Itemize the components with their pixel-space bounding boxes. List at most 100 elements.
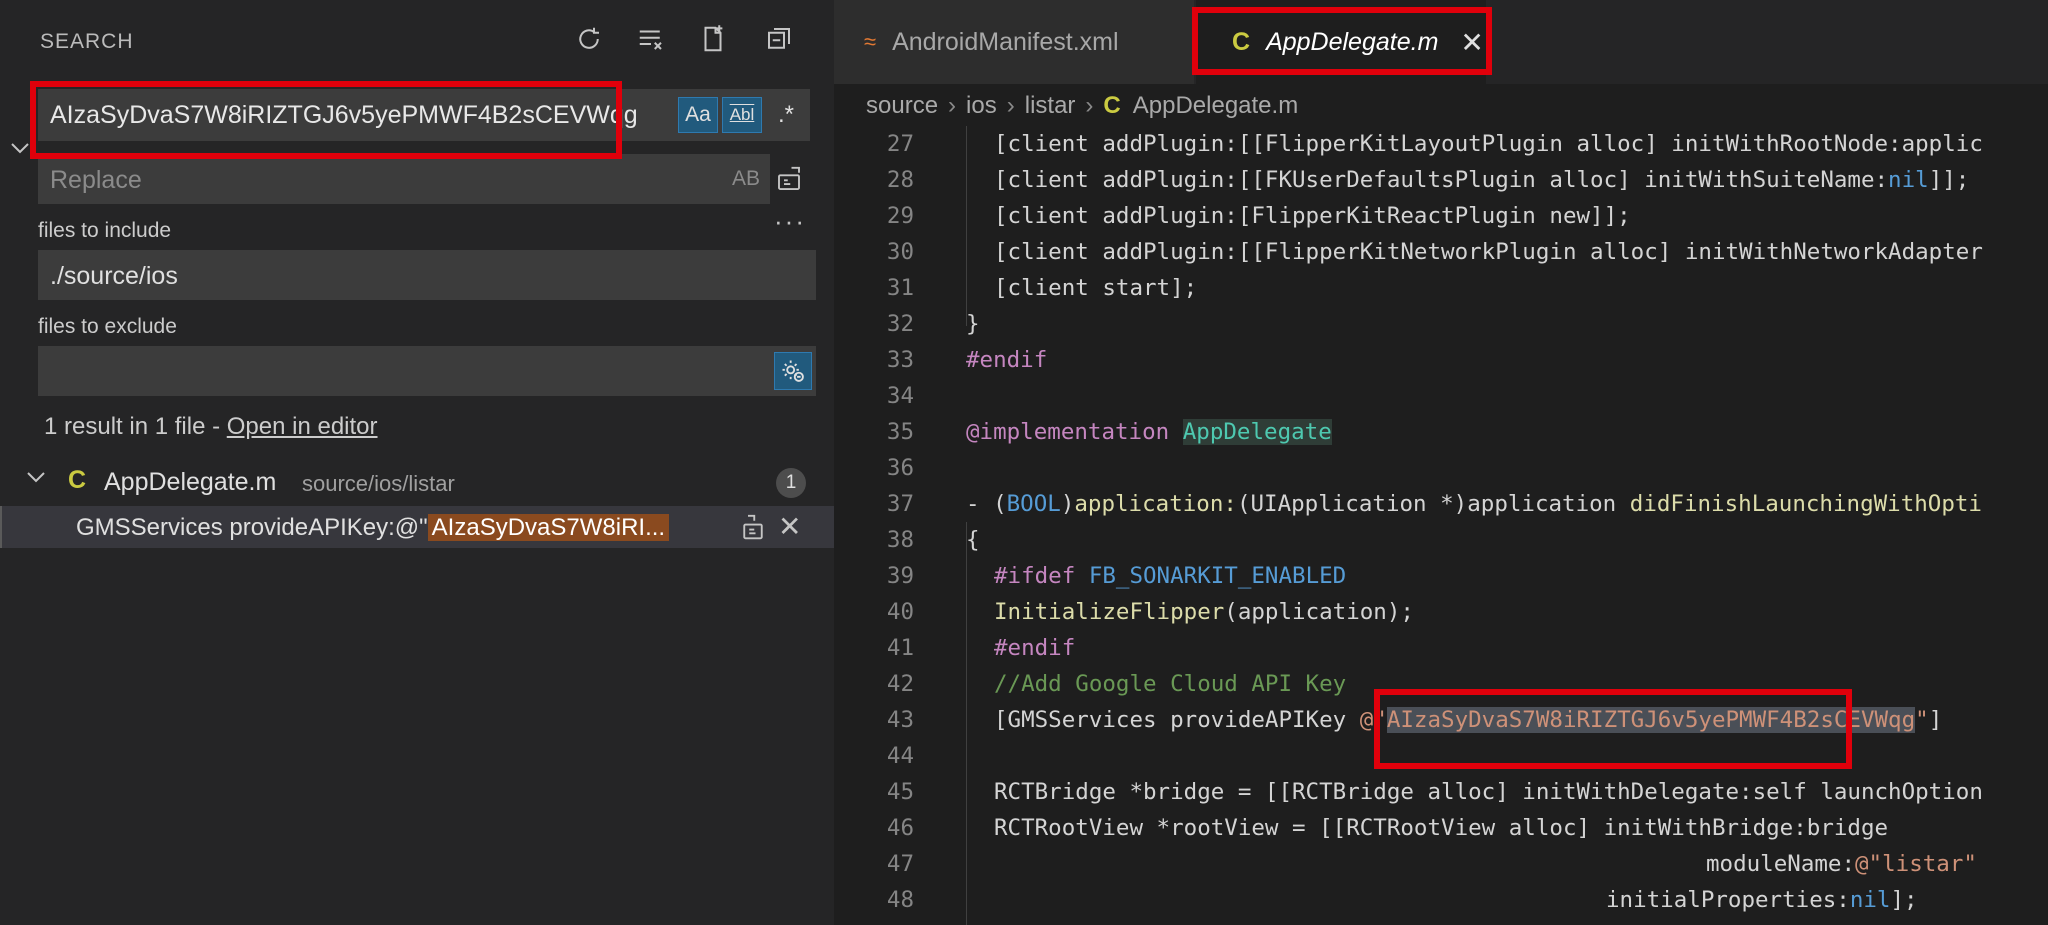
dismiss-match-close-icon[interactable]: ✕ — [778, 510, 801, 543]
line-number: 30 — [886, 239, 914, 265]
tab-bar: ≈ AndroidManifest.xml C AppDelegate.m ✕ — [834, 0, 2048, 84]
toggle-search-details-icon[interactable]: ··· — [774, 206, 806, 237]
use-regex-toggle[interactable]: .* — [766, 97, 806, 133]
code-text: RCTRootView *rootView = [[RCTRootView al… — [994, 815, 1889, 841]
code-line: 48 initialProperties:nil]; — [834, 882, 2048, 918]
replace-all-icon[interactable] — [770, 160, 808, 198]
code-line: 40 InitializeFlipper(application); — [834, 594, 2048, 630]
code-text: [GMSServices provideAPIKey @"AIzaSyDvaS7… — [994, 707, 1943, 733]
use-exclude-settings-gear-icon[interactable] — [774, 352, 812, 390]
code-line: 37 - (BOOL)application:(UIApplication *)a… — [834, 486, 2048, 522]
breadcrumb-item[interactable]: ios — [966, 92, 997, 120]
code-text: [client addPlugin:[[FlipperKitNetworkPlu… — [994, 239, 1983, 265]
line-number: 29 — [886, 203, 914, 229]
files-to-include-label: files to include — [38, 219, 172, 242]
line-number: 46 — [886, 815, 914, 841]
rss-file-icon: ≈ — [864, 29, 877, 54]
match-highlight: AIzaSyDvaS7W8iRI... — [427, 514, 670, 541]
c-file-icon: C — [1232, 27, 1251, 56]
line-number: 45 — [886, 779, 914, 805]
close-tab-icon[interactable]: ✕ — [1460, 26, 1483, 59]
search-input-value: AIzaSyDvaS7W8iRIZTGJ6v5yePMWF4B2sCEVWqg — [50, 101, 638, 129]
code-text: RCTBridge *bridge = [[RCTBridge alloc] i… — [994, 779, 1983, 805]
code-line: 31 [client start]; — [834, 270, 2048, 306]
code-line: 45 RCTBridge *bridge = [[RCTBridge alloc]… — [834, 774, 2048, 810]
line-number: 36 — [886, 455, 914, 481]
result-summary-text: 1 result in 1 file - — [44, 413, 227, 440]
match-whole-word-toggle[interactable]: Abl — [722, 97, 762, 133]
refresh-icon[interactable] — [572, 22, 606, 56]
line-number: 41 — [886, 635, 914, 661]
preserve-case-toggle[interactable]: AB — [732, 167, 760, 191]
replace-match-icon[interactable] — [740, 512, 766, 547]
result-match-row[interactable]: GMSServices provideAPIKey:@" AIzaSyDvaS7W… — [0, 506, 834, 548]
code-line: 39 #ifdef FB_SONARKIT_ENABLED — [834, 558, 2048, 594]
code-text: #ifdef FB_SONARKIT_ENABLED — [994, 563, 1347, 589]
breadcrumb-separator-icon: › — [948, 92, 957, 119]
files-to-include-input[interactable]: ./source/ios — [38, 250, 816, 300]
code-line: 47 moduleName:@"listar" — [834, 846, 2048, 882]
code-line: 32} — [834, 306, 2048, 342]
result-file-row[interactable]: C AppDelegate.m source/ios/listar 1 — [0, 462, 834, 502]
code-line: 44 — [834, 738, 2048, 774]
line-number: 44 — [886, 743, 914, 769]
code-line: 30 [client addPlugin:[[FlipperKitNetworkP… — [834, 234, 2048, 270]
breadcrumb-item[interactable]: source — [866, 92, 938, 120]
line-number: 33 — [886, 347, 914, 373]
tab-label: AndroidManifest.xml — [892, 27, 1119, 56]
code-text: - (BOOL)application:(UIApplication *)app… — [966, 491, 1982, 517]
breadcrumb: source › ios › listar › C AppDelegate.m — [866, 86, 1298, 126]
code-line: 34 — [834, 378, 2048, 414]
line-number: 42 — [886, 671, 914, 697]
breadcrumb-item[interactable]: AppDelegate.m — [1133, 92, 1298, 120]
breadcrumb-item[interactable]: listar — [1025, 92, 1076, 120]
line-number: 38 — [886, 527, 914, 553]
clear-results-icon[interactable] — [634, 22, 668, 56]
code-text: } — [966, 311, 980, 337]
code-area[interactable]: 27 [client addPlugin:[[FlipperKitLayoutPl… — [834, 126, 2048, 925]
line-number: 32 — [886, 311, 914, 337]
search-sidebar: SEARCH AIzaSyDvaS7W8iRIZTGJ6v5yePMWF4B2s… — [0, 0, 834, 925]
code-line: 29 [client addPlugin:[FlipperKitReactPlug… — [834, 198, 2048, 234]
tab-android-manifest[interactable]: ≈ AndroidManifest.xml — [834, 0, 1194, 84]
code-text: #endif — [966, 347, 1048, 373]
code-text: InitializeFlipper(application); — [994, 599, 1414, 625]
code-text: initialProperties:nil]; — [1606, 887, 1918, 913]
files-to-exclude-input[interactable] — [38, 346, 816, 396]
search-input[interactable]: AIzaSyDvaS7W8iRIZTGJ6v5yePMWF4B2sCEVWqg … — [38, 89, 810, 141]
files-to-exclude-label: files to exclude — [38, 315, 177, 338]
new-search-editor-icon[interactable] — [696, 22, 730, 56]
toggle-replace-chevron-icon[interactable] — [6, 136, 34, 160]
result-file-path: source/ios/listar — [302, 471, 455, 496]
code-text: [client addPlugin:[[FlipperKitLayoutPlug… — [994, 131, 1983, 157]
chevron-down-icon[interactable] — [26, 470, 46, 489]
code-line: 43 [GMSServices provideAPIKey @"AIzaSyDva… — [834, 702, 2048, 738]
code-text: moduleName:@"listar" — [1706, 851, 1977, 877]
breadcrumb-separator-icon: › — [1006, 92, 1015, 119]
line-number: 31 — [886, 275, 914, 301]
line-number: 47 — [886, 851, 914, 877]
code-text: #endif — [994, 635, 1076, 661]
code-line: 36 — [834, 450, 2048, 486]
line-number: 28 — [886, 167, 914, 193]
breadcrumb-separator-icon: › — [1085, 92, 1094, 119]
code-editor: ≈ AndroidManifest.xml C AppDelegate.m ✕ … — [834, 0, 2048, 925]
code-line: 28 [client addPlugin:[[FKUserDefaultsPlug… — [834, 162, 2048, 198]
collapse-all-icon[interactable] — [762, 22, 796, 56]
code-line: 41 #endif — [834, 630, 2048, 666]
c-file-icon: C — [68, 466, 87, 494]
c-file-icon: C — [1103, 92, 1121, 119]
match-case-toggle[interactable]: Aa — [678, 97, 718, 133]
code-line: 42 //Add Google Cloud API Key — [834, 666, 2048, 702]
line-number: 48 — [886, 887, 914, 913]
open-in-editor-link[interactable]: Open in editor — [227, 413, 378, 440]
tab-label: AppDelegate.m — [1266, 27, 1439, 56]
result-count-badge: 1 — [776, 468, 806, 498]
sidebar-title: SEARCH — [40, 30, 134, 53]
code-line: 35 @implementation AppDelegate — [834, 414, 2048, 450]
code-text: [client addPlugin:[FlipperKitReactPlugin… — [994, 203, 1631, 229]
replace-placeholder: Replace — [50, 166, 142, 194]
tab-app-delegate[interactable]: C AppDelegate.m ✕ — [1196, 0, 1486, 84]
replace-input[interactable]: Replace AB — [38, 154, 770, 204]
code-line: 33 #endif — [834, 342, 2048, 378]
